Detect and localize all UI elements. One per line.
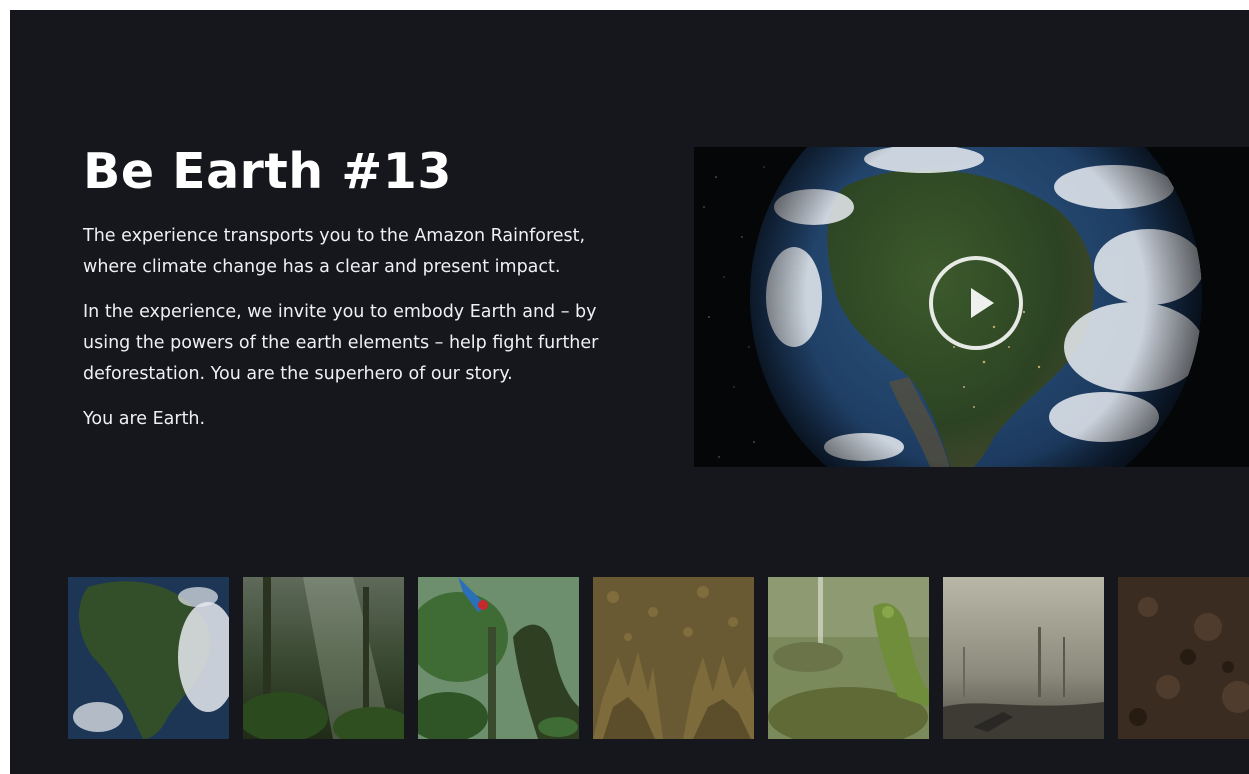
gallery-thumbnail-mossy-hand[interactable] bbox=[768, 577, 929, 739]
parrot-and-hand-image bbox=[418, 577, 579, 739]
experience-panel: Be Earth #13 The experience transports y… bbox=[10, 10, 1249, 774]
smoky-deforestation-image bbox=[943, 577, 1104, 739]
description-paragraph-2: In the experience, we invite you to embo… bbox=[83, 302, 599, 384]
play-icon bbox=[971, 288, 994, 318]
root-hands-image bbox=[593, 577, 754, 739]
mossy-hand-image bbox=[768, 577, 929, 739]
rainforest-image bbox=[243, 577, 404, 739]
gallery-thumbnail-smoky-land[interactable] bbox=[943, 577, 1104, 739]
gallery-thumbnail-earth[interactable] bbox=[68, 577, 229, 739]
earth-from-space-image bbox=[68, 577, 229, 739]
description: The experience transports you to the Ama… bbox=[83, 221, 643, 449]
video-player[interactable] bbox=[694, 147, 1249, 467]
gallery-thumbnail-soil[interactable] bbox=[1118, 577, 1249, 739]
gallery-thumbnail-rainforest[interactable] bbox=[243, 577, 404, 739]
play-button[interactable] bbox=[929, 256, 1023, 350]
description-paragraph-3: You are Earth. bbox=[83, 409, 206, 429]
dark-soil-image bbox=[1118, 577, 1249, 739]
gallery-thumbnail-root-hands[interactable] bbox=[593, 577, 754, 739]
gallery-thumbnail-parrot-hand[interactable] bbox=[418, 577, 579, 739]
page-title: Be Earth #13 bbox=[83, 143, 452, 200]
screenshot-gallery bbox=[68, 577, 1249, 739]
description-paragraph-1: The experience transports you to the Ama… bbox=[83, 226, 586, 277]
